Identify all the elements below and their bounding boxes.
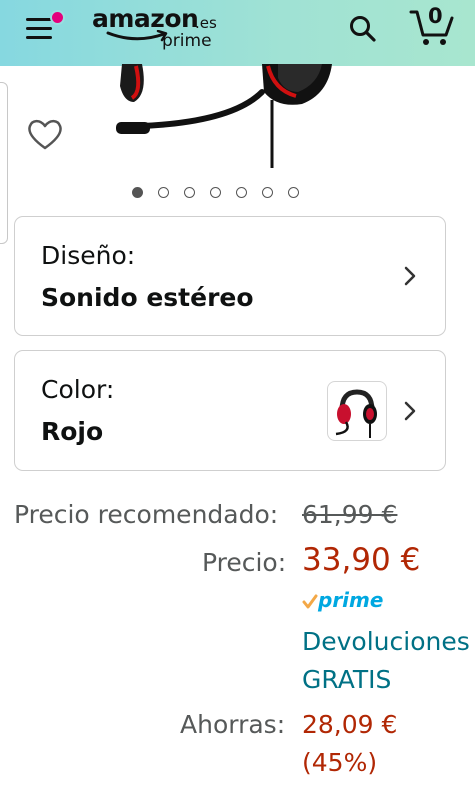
headset-thumbnail-icon (335, 389, 377, 438)
free-returns-link[interactable]: Devoluciones (302, 627, 470, 656)
previous-image-tab[interactable] (0, 82, 8, 244)
carousel-indicators (132, 187, 299, 203)
carousel-dot[interactable] (210, 187, 221, 198)
menu-icon-bar (26, 36, 52, 39)
wishlist-button[interactable] (26, 116, 64, 152)
menu-icon-bar (26, 27, 52, 30)
carousel-dot[interactable] (184, 187, 195, 198)
cart-button[interactable]: 0 (408, 4, 456, 48)
chevron-right-icon (404, 401, 416, 420)
color-value: Rojo (41, 417, 104, 446)
logo-domain: .es (195, 14, 217, 32)
savings-label: Ahorras: (180, 710, 286, 739)
recommended-price-label: Precio recomendado: (14, 500, 279, 529)
price-value: 33,90 € (302, 542, 421, 578)
savings-percent: (45%) (302, 748, 378, 777)
heart-icon (28, 119, 62, 150)
carousel-dot[interactable] (158, 187, 169, 198)
design-label: Diseño: (41, 241, 136, 270)
color-option-card[interactable]: Color: Rojo (14, 350, 446, 471)
search-button[interactable] (346, 12, 380, 46)
color-swatch-thumbnail (327, 381, 387, 441)
chevron-right-icon (404, 266, 416, 286)
design-value: Sonido estéreo (41, 283, 254, 312)
top-header: amazon .es prime 0 (0, 0, 475, 66)
prime-label: prime (318, 588, 384, 612)
cart-count: 0 (428, 4, 443, 28)
price-label: Precio: (202, 548, 287, 577)
notification-dot (50, 10, 65, 25)
search-icon (350, 16, 376, 42)
logo-wordmark: amazon (92, 4, 199, 33)
color-label: Color: (41, 375, 115, 404)
free-returns-link-line2[interactable]: GRATIS (302, 665, 391, 694)
logo-prime: prime (162, 31, 212, 51)
menu-button[interactable] (26, 10, 65, 44)
recommended-price-value: 61,99 € (302, 500, 398, 529)
product-image[interactable] (112, 64, 342, 168)
carousel-dot[interactable] (262, 187, 273, 198)
prime-check-icon (302, 594, 318, 609)
carousel-dot[interactable] (288, 187, 299, 198)
design-option-card[interactable]: Diseño: Sonido estéreo (14, 216, 446, 336)
carousel-dot[interactable] (132, 187, 143, 198)
amazon-prime-logo[interactable]: amazon .es prime (88, 4, 228, 56)
carousel-dot[interactable] (236, 187, 247, 198)
savings-value: 28,09 € (302, 710, 398, 739)
menu-icon (26, 18, 52, 21)
